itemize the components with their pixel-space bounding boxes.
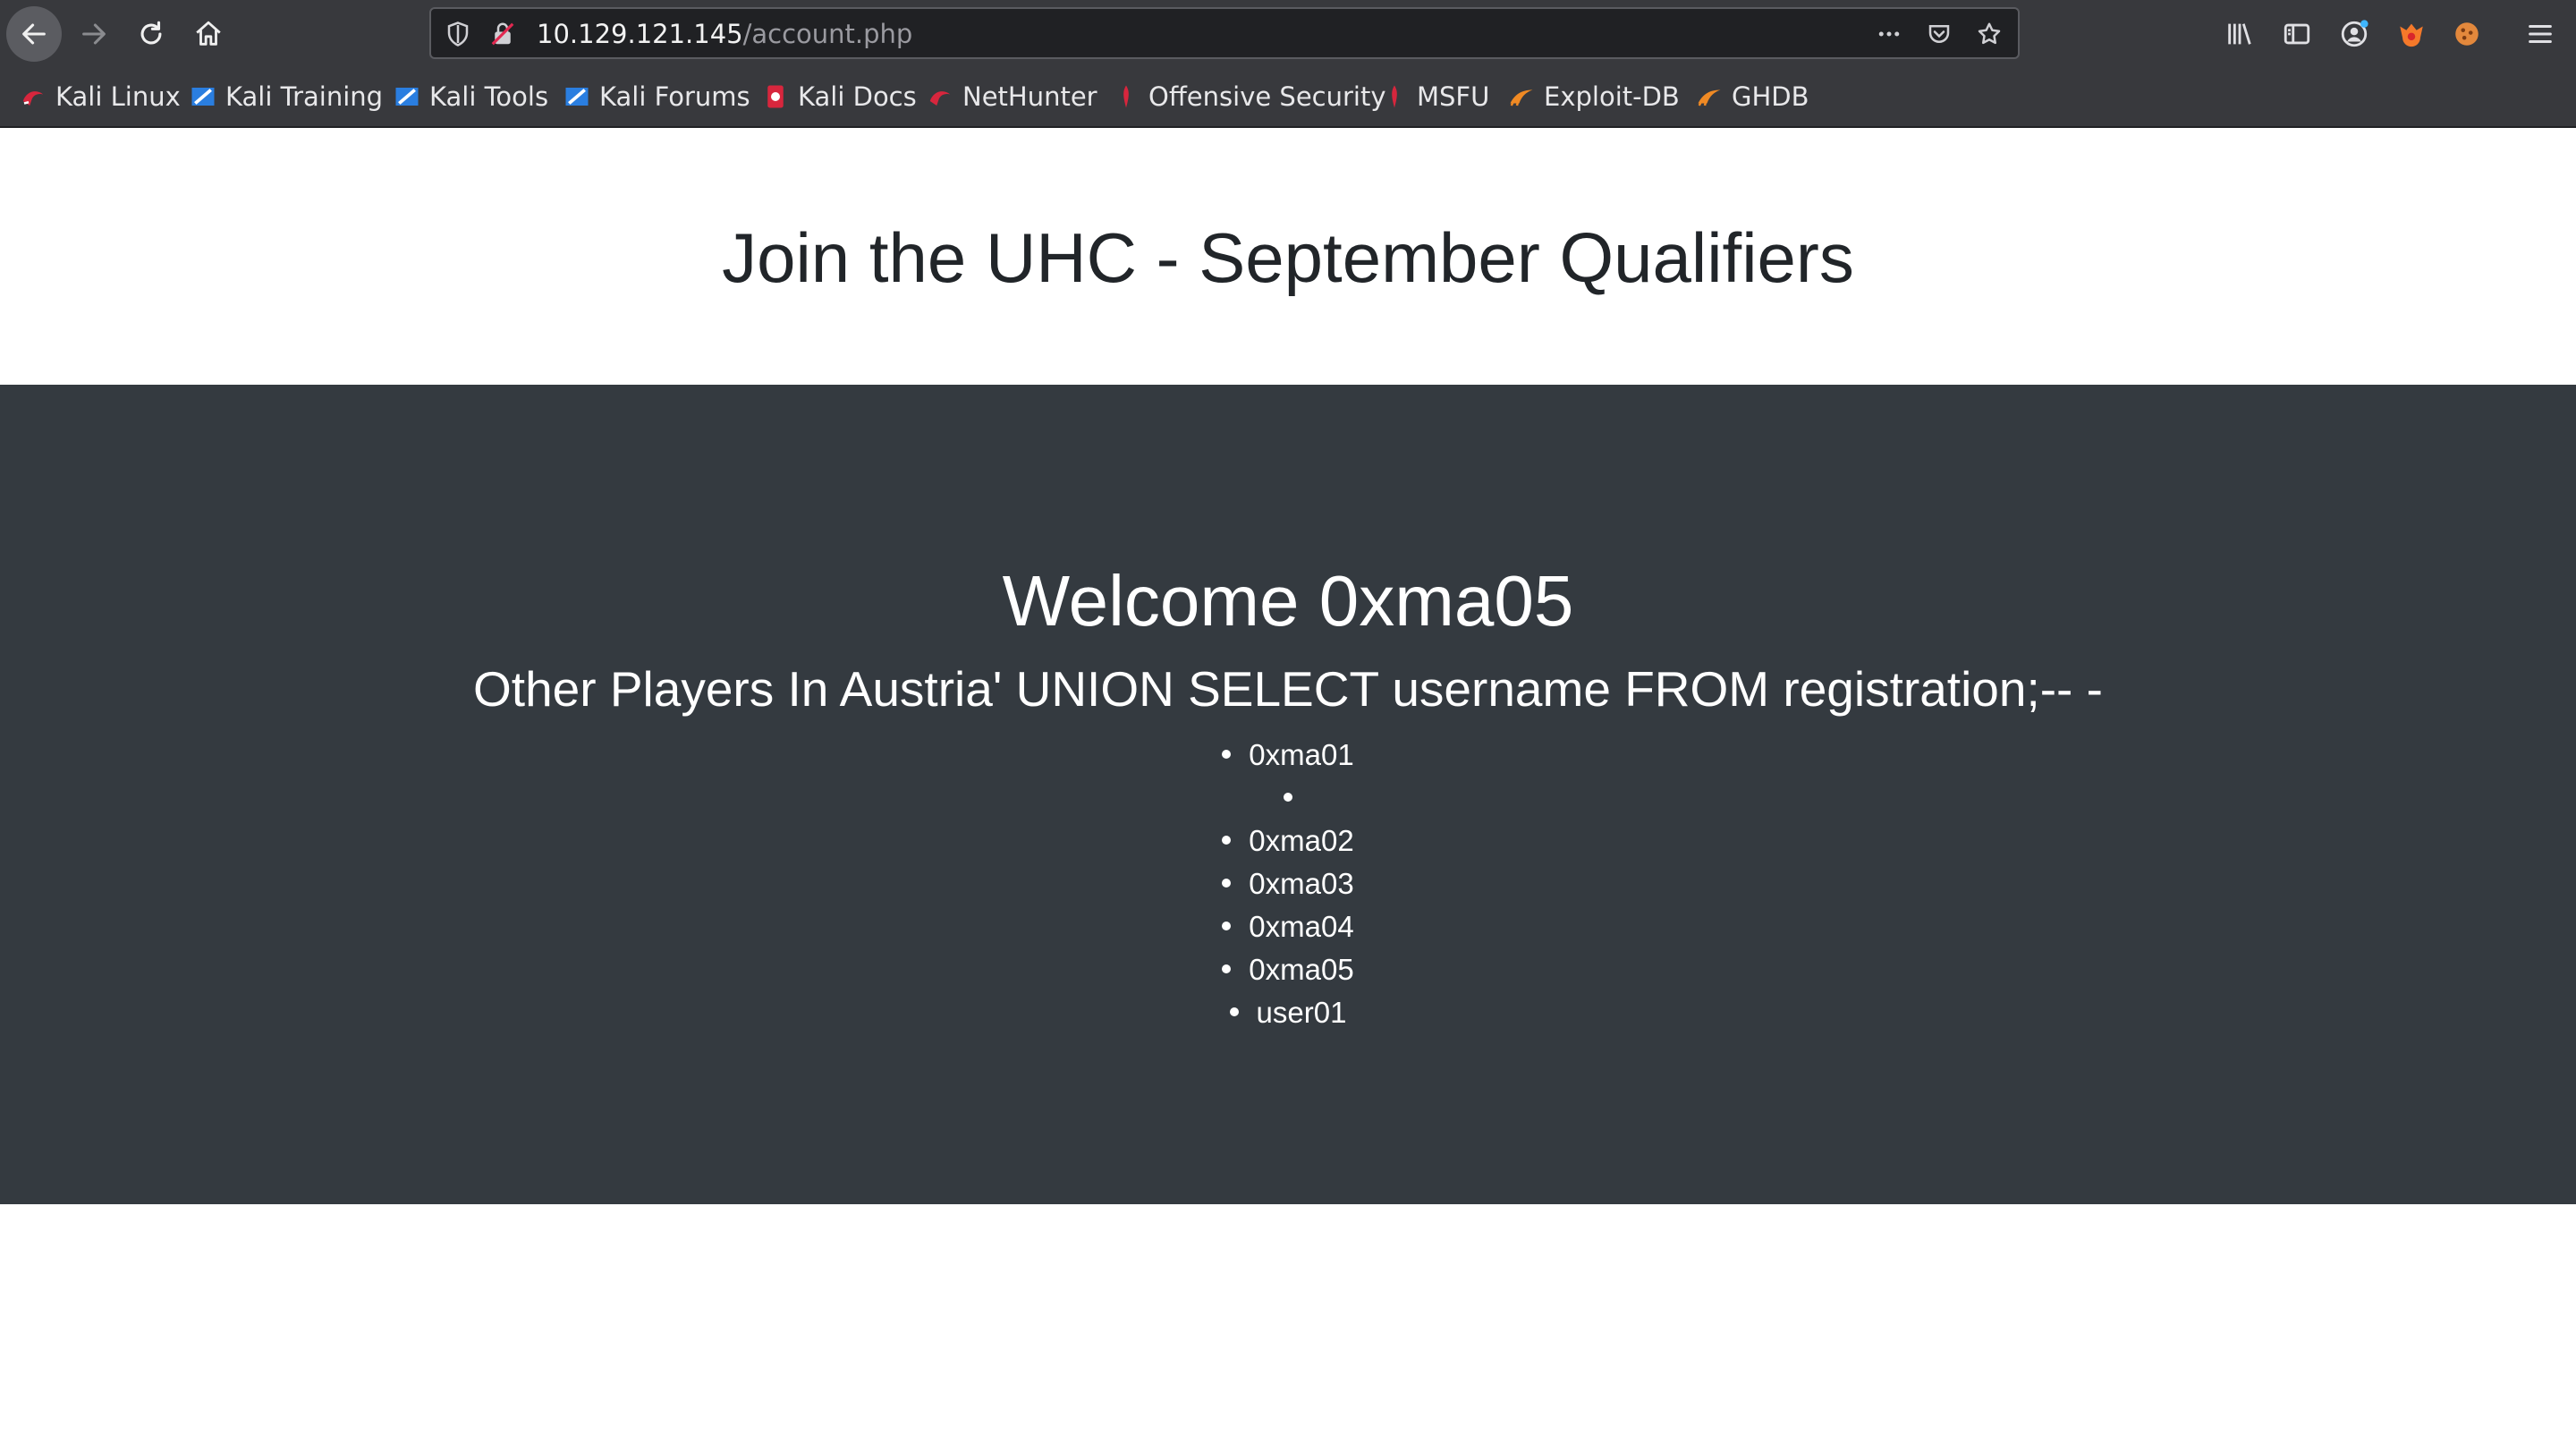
bookmark-nethunter[interactable]: NetHunter	[927, 81, 1097, 113]
library-icon[interactable]	[2224, 18, 2256, 50]
exploit-db-icon	[1508, 83, 1535, 110]
page-actions-icon[interactable]	[1875, 20, 1903, 48]
back-button[interactable]	[6, 6, 62, 62]
url-text[interactable]: 10.129.121.145/account.php	[537, 19, 912, 49]
welcome-section: Welcome 0xma05 Other Players In Austria'…	[0, 385, 2576, 1204]
home-icon	[196, 21, 221, 46]
bookmark-kali-tools[interactable]: Kali Tools	[394, 81, 548, 113]
offsec-icon	[1113, 83, 1140, 110]
navigation-toolbar: 10.129.121.145/account.php	[0, 0, 2576, 68]
bookmark-star-icon[interactable]	[1975, 20, 2004, 48]
address-bar[interactable]: 10.129.121.145/account.php	[429, 7, 2020, 59]
bookmark-exploit-db[interactable]: Exploit-DB	[1508, 81, 1680, 113]
cookie-extension-icon[interactable]	[2451, 18, 2483, 50]
kali-forums-icon	[564, 83, 590, 110]
list-item: 0xma02	[0, 820, 2576, 862]
reload-icon	[140, 21, 162, 45]
bookmark-ghdb[interactable]: GHDB	[1696, 81, 1809, 113]
back-arrow-icon	[22, 23, 46, 45]
list-item: user01	[0, 991, 2576, 1034]
list-item: 0xma05	[0, 948, 2576, 991]
reload-button[interactable]	[123, 6, 179, 62]
welcome-heading: Welcome 0xma05	[1002, 561, 1574, 641]
sidebar-toggle-icon[interactable]	[2281, 18, 2313, 50]
bookmark-kali-linux[interactable]: Kali Linux	[20, 81, 181, 113]
players-list: 0xma01 0xma02 0xma03 0xma04 0xma05 user0…	[0, 734, 2576, 1034]
bookmark-offensive-security[interactable]: Offensive Security	[1113, 81, 1386, 113]
tracking-shield-icon[interactable]	[444, 20, 472, 48]
forward-arrow-icon	[82, 23, 106, 45]
kali-docs-icon	[762, 83, 789, 110]
url-path: /account.php	[742, 19, 913, 49]
hamburger-menu-icon[interactable]	[2524, 18, 2556, 50]
foxyproxy-extension-icon[interactable]	[2395, 18, 2428, 50]
players-heading: Other Players In Austria' UNION SELECT u…	[473, 661, 2103, 717]
bookmark-msfu[interactable]: MSFU	[1381, 81, 1489, 113]
bookmark-kali-docs[interactable]: Kali Docs	[762, 81, 917, 113]
account-icon[interactable]	[2338, 18, 2370, 50]
bookmark-kali-training[interactable]: Kali Training	[190, 81, 383, 113]
page-header: Join the UHC - September Qualifiers	[0, 128, 2576, 385]
page-title: Join the UHC - September Qualifiers	[722, 218, 1854, 297]
kali-tools-icon	[394, 83, 420, 110]
forward-button[interactable]	[66, 6, 122, 62]
bookmarks-toolbar: Kali Linux Kali Training Kali Tools Kali…	[0, 68, 2576, 126]
list-item	[0, 777, 2576, 820]
browser-chrome: 10.129.121.145/account.php Kali Linux Ka…	[0, 0, 2576, 128]
list-item: 0xma01	[0, 734, 2576, 777]
msfu-icon	[1381, 83, 1408, 110]
url-host: 10.129.121.145	[537, 19, 743, 49]
kali-training-icon	[190, 83, 216, 110]
kali-dragon-icon	[20, 83, 47, 110]
nethunter-icon	[927, 83, 953, 110]
home-button[interactable]	[181, 6, 236, 62]
bookmark-kali-forums[interactable]: Kali Forums	[564, 81, 750, 113]
pocket-icon[interactable]	[1925, 20, 1953, 48]
insecure-lock-icon[interactable]	[488, 20, 517, 48]
list-item: 0xma04	[0, 905, 2576, 948]
ghdb-icon	[1696, 83, 1723, 110]
list-item: 0xma03	[0, 862, 2576, 905]
